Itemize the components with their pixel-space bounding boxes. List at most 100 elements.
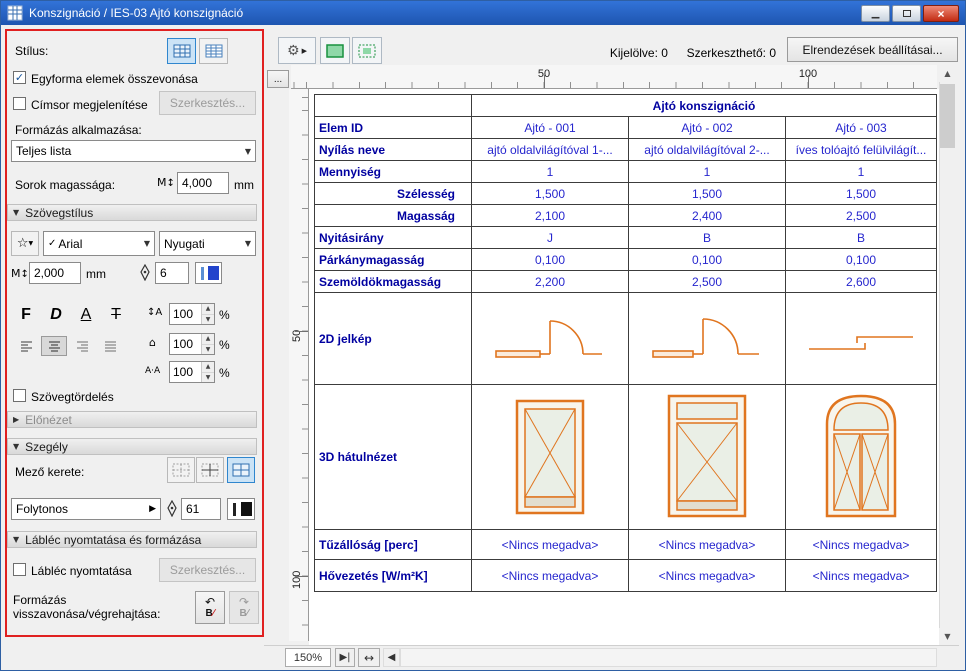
scroll-left-button[interactable]: ◀ bbox=[383, 648, 400, 667]
border-inner-button[interactable] bbox=[196, 457, 224, 483]
value-cell[interactable]: ajtó oldalvilágítóval 1-... bbox=[472, 139, 629, 161]
table-row[interactable]: Magasság 2,100 2,400 2,500 bbox=[315, 205, 937, 227]
horizontal-scrollbar[interactable] bbox=[400, 648, 937, 667]
door-3d-view-cell-2[interactable] bbox=[629, 385, 786, 530]
footer-section-header[interactable]: ▼ Lábléc nyomtatása és formázása bbox=[7, 531, 257, 548]
value-cell[interactable]: 2,600 bbox=[786, 271, 937, 293]
table-row[interactable]: Tűzállóság [perc] <Nincs megadva> <Nincs… bbox=[315, 530, 937, 560]
vertical-ruler[interactable]: 50 100 bbox=[289, 89, 309, 641]
row-label-cell[interactable]: Nyitásirány bbox=[315, 227, 472, 249]
row-label-cell[interactable]: Nyílás neve bbox=[315, 139, 472, 161]
door-3d-view-cell-3[interactable] bbox=[786, 385, 937, 530]
table-title-cell[interactable]: Ajtó konszignáció bbox=[472, 95, 937, 117]
value-cell[interactable]: 2,400 bbox=[629, 205, 786, 227]
row-label-cell[interactable]: Tűzállóság [perc] bbox=[315, 530, 472, 560]
font-family-select[interactable]: ✓ Arial ▼ bbox=[43, 231, 155, 256]
value-cell[interactable]: 1,500 bbox=[786, 183, 937, 205]
text-pen-input[interactable]: 6 bbox=[155, 262, 189, 284]
zoom-control[interactable]: 150% bbox=[285, 648, 331, 667]
row-label-cell[interactable]: Szemöldökmagasság bbox=[315, 271, 472, 293]
table-row[interactable]: Hővezetés [W/m²K] <Nincs megadva> <Nincs… bbox=[315, 560, 937, 592]
favorites-button[interactable]: ☆▼ bbox=[11, 231, 39, 256]
table-title-row[interactable]: Ajtó konszignáció bbox=[315, 95, 937, 117]
marquee-zone-button[interactable] bbox=[352, 37, 382, 64]
align-right-button[interactable] bbox=[69, 336, 95, 356]
value-cell[interactable]: ajtó oldalvilágítóval 2-... bbox=[629, 139, 786, 161]
horizontal-ruler[interactable]: 50 100 bbox=[291, 65, 937, 89]
value-cell[interactable]: 1 bbox=[472, 161, 629, 183]
value-cell[interactable]: 1 bbox=[786, 161, 937, 183]
table-cell-empty[interactable] bbox=[315, 95, 472, 117]
row-label-cell[interactable]: Hővezetés [W/m²K] bbox=[315, 560, 472, 592]
border-section-header[interactable]: ▼ Szegély bbox=[7, 438, 257, 455]
vertical-scrollbar-thumb[interactable] bbox=[940, 84, 955, 148]
font-script-select[interactable]: Nyugati ▼ bbox=[159, 231, 256, 256]
underline-button[interactable]: A bbox=[73, 302, 99, 328]
border-pen-input[interactable]: 61 bbox=[181, 498, 221, 520]
door-3d-view-cell-1[interactable] bbox=[472, 385, 629, 530]
align-justify-button[interactable] bbox=[97, 336, 123, 356]
close-button[interactable]: × bbox=[923, 5, 959, 22]
layout-settings-button[interactable]: Elrendezések beállításai... bbox=[787, 37, 958, 62]
preview-section-header[interactable]: ▶ Előnézet bbox=[7, 411, 257, 428]
border-pen-color-swatch[interactable] bbox=[227, 498, 255, 520]
table-row-3d-views[interactable]: 3D hátulnézet bbox=[315, 385, 937, 530]
table-row[interactable]: Szemöldökmagasság 2,200 2,500 2,600 bbox=[315, 271, 937, 293]
value-cell[interactable]: íves tolóajtó felülvilágít... bbox=[786, 139, 937, 161]
row-label-cell[interactable]: 2D jelkép bbox=[315, 293, 472, 385]
text-style-section-header[interactable]: ▼ Szövegstílus bbox=[7, 204, 257, 221]
ruler-options-button[interactable]: ... bbox=[267, 70, 289, 88]
minimize-button[interactable]: ▁ bbox=[861, 5, 890, 22]
text-height-input[interactable]: 2,000 bbox=[29, 262, 81, 284]
strikethrough-button[interactable]: T bbox=[103, 302, 129, 328]
value-cell[interactable]: 1,500 bbox=[629, 183, 786, 205]
row-label-cell[interactable]: 3D hátulnézet bbox=[315, 385, 472, 530]
value-cell[interactable]: Ajtó - 001 bbox=[472, 117, 629, 139]
value-cell[interactable]: 1 bbox=[629, 161, 786, 183]
row-label-cell[interactable]: Mennyiség bbox=[315, 161, 472, 183]
table-row[interactable]: Elem ID Ajtó - 001 Ajtó - 002 Ajtó - 003 bbox=[315, 117, 937, 139]
italic-button[interactable]: D bbox=[43, 302, 69, 328]
row-label-cell[interactable]: Szélesség bbox=[315, 183, 472, 205]
vertical-scrollbar[interactable] bbox=[939, 65, 956, 645]
table-row[interactable]: Párkánymagasság 0,100 0,100 0,100 bbox=[315, 249, 937, 271]
border-all-button[interactable] bbox=[227, 457, 255, 483]
value-cell[interactable]: <Nincs megadva> bbox=[786, 560, 937, 592]
value-cell[interactable]: 2,200 bbox=[472, 271, 629, 293]
line-spacing-input[interactable]: 100 ▲▼ bbox=[169, 303, 215, 325]
scroll-down-button[interactable]: ▼ bbox=[939, 628, 956, 645]
value-cell[interactable]: <Nincs megadva> bbox=[629, 560, 786, 592]
drawing-canvas[interactable]: Ajtó konszignáció Elem ID Ajtó - 001 Ajt… bbox=[309, 89, 939, 645]
value-cell[interactable]: B bbox=[786, 227, 937, 249]
fit-width-button[interactable]: ↔ bbox=[358, 648, 380, 667]
door-2d-symbol-cell-2[interactable] bbox=[629, 293, 786, 385]
align-left-button[interactable] bbox=[13, 336, 39, 356]
row-height-input[interactable]: 4,000 bbox=[177, 172, 229, 194]
table-row[interactable]: Mennyiség 1 1 1 bbox=[315, 161, 937, 183]
door-2d-symbol-cell-1[interactable] bbox=[472, 293, 629, 385]
value-cell[interactable]: 0,100 bbox=[786, 249, 937, 271]
row-label-cell[interactable]: Párkánymagasság bbox=[315, 249, 472, 271]
value-cell[interactable]: 0,100 bbox=[629, 249, 786, 271]
format-redo-button[interactable]: ↷ B∕ bbox=[229, 591, 259, 624]
bold-button[interactable]: F bbox=[13, 302, 39, 328]
value-cell[interactable]: 2,500 bbox=[786, 205, 937, 227]
value-cell[interactable]: <Nincs megadva> bbox=[472, 530, 629, 560]
value-cell[interactable]: <Nincs megadva> bbox=[629, 530, 786, 560]
value-cell[interactable]: 0,100 bbox=[472, 249, 629, 271]
tracking-input[interactable]: 100 ▲▼ bbox=[169, 361, 215, 383]
table-row[interactable]: Nyílás neve ajtó oldalvilágítóval 1-... … bbox=[315, 139, 937, 161]
value-cell[interactable]: 1,500 bbox=[472, 183, 629, 205]
spinner-arrows[interactable]: ▲▼ bbox=[201, 362, 214, 382]
table-row[interactable]: Nyitásirány J B B bbox=[315, 227, 937, 249]
table-row[interactable]: Szélesség 1,500 1,500 1,500 bbox=[315, 183, 937, 205]
value-cell[interactable]: Ajtó - 002 bbox=[629, 117, 786, 139]
value-cell[interactable]: 2,500 bbox=[629, 271, 786, 293]
show-header-checkbox[interactable] bbox=[13, 97, 26, 110]
border-none-button[interactable] bbox=[167, 457, 195, 483]
schedule-table[interactable]: Ajtó konszignáció Elem ID Ajtó - 001 Ajt… bbox=[314, 94, 937, 592]
footer-edit-button[interactable]: Szerkesztés... bbox=[159, 558, 256, 582]
row-label-cell[interactable]: Magasság bbox=[315, 205, 472, 227]
value-cell[interactable]: <Nincs megadva> bbox=[786, 530, 937, 560]
scroll-up-button[interactable]: ▲ bbox=[939, 65, 956, 82]
